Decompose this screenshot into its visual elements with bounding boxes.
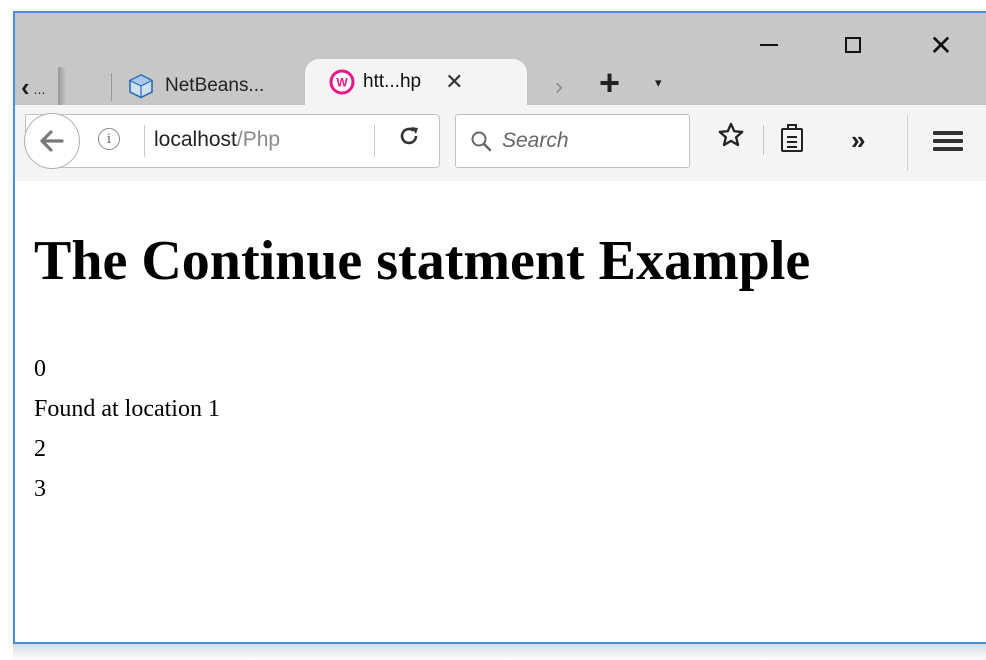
hamburger-menu-icon[interactable]	[933, 131, 963, 151]
tab-overflow-label: ...	[33, 81, 46, 97]
browser-window: ‹ ... NetBeans... W htt...hp ✕ › + ▾ ✕ i…	[13, 11, 986, 644]
tab-label: htt...hp	[363, 71, 422, 92]
navigation-toolbar: i localhost/Php »	[15, 105, 986, 182]
url-text[interactable]: localhost/Php	[154, 128, 280, 152]
minimize-icon	[760, 44, 778, 46]
reload-button[interactable]	[398, 125, 420, 153]
tab-netbeans[interactable]: NetBeans...	[123, 67, 312, 105]
toolbar-separator	[763, 125, 764, 155]
output-lines: 0 Found at location 1 2 3	[34, 349, 220, 509]
maximize-icon	[845, 37, 861, 53]
chevron-right-icon[interactable]: ›	[555, 73, 563, 101]
tab-scroll-left-button[interactable]: ‹ ...	[21, 67, 66, 111]
tab-separator	[111, 73, 112, 101]
bookmark-star-button[interactable]	[717, 121, 745, 156]
tab-label: NetBeans...	[165, 75, 265, 96]
search-icon	[471, 131, 492, 152]
toolbar-overflow-button[interactable]: »	[851, 125, 865, 156]
url-host: localhost	[154, 128, 237, 151]
url-path: /Php	[236, 128, 281, 151]
tab-strip: ‹ ... NetBeans... W htt...hp ✕ › + ▾ ✕	[15, 13, 986, 111]
minimize-button[interactable]	[739, 27, 799, 63]
url-bar[interactable]: i localhost/Php	[24, 113, 440, 169]
output-line: 2	[34, 436, 46, 462]
toolbar-separator	[907, 115, 908, 171]
url-separator	[374, 125, 375, 157]
output-line: Found at location 1	[34, 396, 220, 422]
svg-text:W: W	[336, 76, 348, 90]
window-shadow	[13, 644, 986, 660]
arrow-left-icon	[40, 130, 64, 152]
page-heading: The Continue statment Example	[34, 230, 811, 292]
search-input[interactable]	[500, 128, 674, 154]
output-line: 3	[34, 476, 46, 502]
tab-close-button[interactable]: ✕	[445, 69, 463, 95]
maximize-button[interactable]	[823, 27, 883, 63]
chevron-left-icon: ‹	[21, 71, 30, 102]
page-content: The Continue statment Example 0 Found at…	[15, 181, 986, 642]
url-separator	[144, 125, 145, 157]
output-line: 0	[34, 356, 46, 382]
back-button[interactable]	[24, 113, 80, 169]
star-icon	[718, 122, 744, 147]
clipboard-icon[interactable]	[781, 124, 803, 152]
new-tab-button[interactable]: +	[599, 65, 620, 101]
close-window-button[interactable]: ✕	[911, 27, 971, 63]
info-icon[interactable]: i	[98, 128, 120, 150]
wamp-server-icon: W	[329, 69, 355, 95]
tab-localhost-php[interactable]: W htt...hp ✕	[305, 59, 527, 105]
search-box[interactable]	[455, 114, 690, 168]
reload-icon	[400, 127, 418, 145]
tab-list-dropdown[interactable]: ▾	[655, 75, 662, 91]
netbeans-cube-icon	[128, 74, 154, 99]
